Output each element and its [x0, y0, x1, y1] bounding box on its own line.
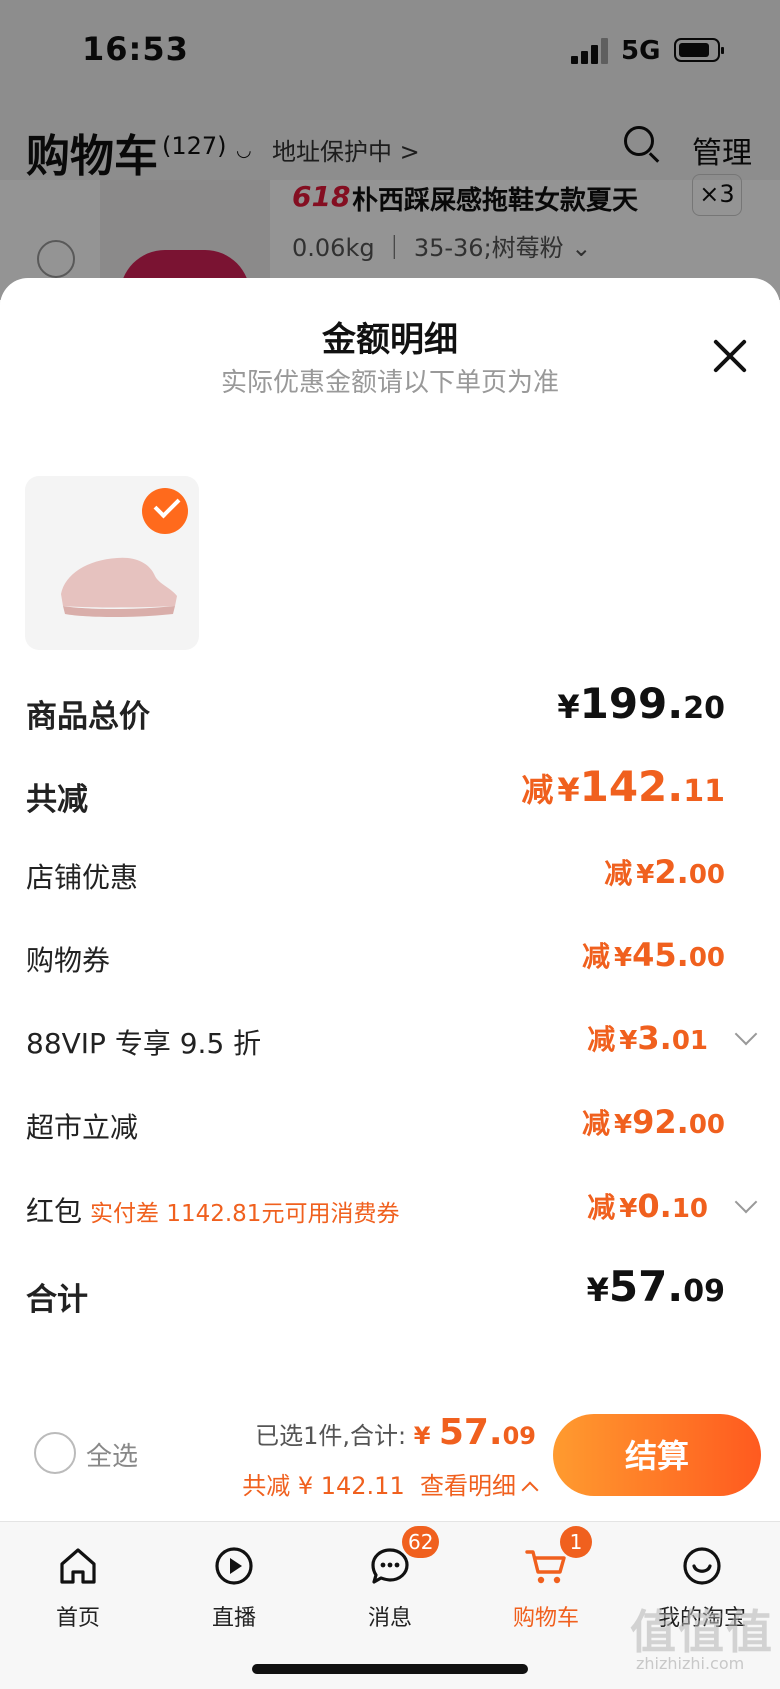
play-icon	[215, 1547, 253, 1585]
sheet-title: 金额明细	[322, 320, 458, 360]
sheet-subtitle: 实际优惠金额请以下单页为准	[220, 368, 559, 398]
cart-icon	[525, 1550, 566, 1584]
cart-badge: 1	[560, 1526, 592, 1558]
select-all-radio[interactable]	[34, 1432, 76, 1474]
row-label: 购物券	[26, 944, 111, 977]
selected-summary: 已选1件,合计: ¥ 57.09	[255, 1412, 536, 1453]
home-icon	[60, 1548, 96, 1584]
checkout-button[interactable]: 结算	[553, 1414, 761, 1496]
row-label: 店铺优惠	[26, 861, 139, 894]
market-discount-amount: 减 ¥92.00	[582, 1103, 725, 1141]
row-label: 共减	[26, 782, 88, 818]
total-discount-amount: 减 ¥142.11	[521, 762, 725, 811]
shop-discount-amount: 减 ¥2.00	[604, 853, 725, 891]
select-all-label[interactable]: 全选	[86, 1436, 138, 1473]
chevron-up-icon	[521, 1481, 539, 1499]
sum-amount: ¥57.09	[586, 1262, 725, 1311]
slipper-image	[61, 557, 177, 617]
chevron-down-icon[interactable]	[734, 1190, 758, 1214]
selected-check-icon	[142, 488, 188, 534]
hongbao-amount: 减 ¥0.10	[587, 1187, 708, 1225]
tab-label: 消息	[367, 1606, 412, 1631]
tab-live[interactable]: 直播	[164, 1534, 304, 1634]
hongbao-note: 实付差 1142.81元可用消费券	[90, 1201, 400, 1227]
chevron-down-icon[interactable]	[734, 1022, 758, 1046]
watermark-logo: 值值值	[630, 1605, 774, 1659]
checkout-total: ¥ 57.09	[413, 1412, 536, 1453]
tab-cart[interactable]: 1 购物车	[476, 1526, 616, 1634]
price-detail-sheet: 金额明细 实际优惠金额请以下单页为准 商品总价 ¥199.20 共减 减 ¥142…	[0, 278, 780, 1408]
home-indicator[interactable]	[252, 1664, 528, 1674]
message-badge: 62	[402, 1526, 440, 1558]
watermark-url: zhizhizhi.com	[636, 1654, 745, 1673]
row-label: 超市立减	[26, 1111, 139, 1144]
row-label: 红包 实付差 1142.81元可用消费券	[26, 1195, 400, 1228]
tab-label: 首页	[55, 1606, 100, 1631]
tab-label: 购物车	[512, 1606, 579, 1631]
coupon-amount: 减 ¥45.00	[582, 936, 725, 974]
row-label: 合计	[26, 1282, 88, 1318]
modal-overlay[interactable]	[0, 0, 780, 300]
tab-home[interactable]: 首页	[8, 1534, 148, 1634]
vip-discount-amount: 减 ¥3.01	[587, 1019, 708, 1057]
smile-face-icon	[683, 1547, 721, 1585]
row-label: 88VIP 专享 9.5 折	[26, 1027, 262, 1060]
tab-messages[interactable]: 62 消息	[320, 1526, 460, 1634]
checkout-bar: 全选 已选1件,合计: ¥ 57.09 共减 ¥ 142.11 查看明细 结算	[0, 1396, 780, 1521]
goods-total-amount: ¥199.20	[557, 679, 725, 728]
row-label: 商品总价	[26, 699, 150, 735]
tab-label: 直播	[211, 1606, 256, 1631]
view-details-link[interactable]: 共减 ¥ 142.11 查看明细	[242, 1466, 539, 1501]
close-icon[interactable]	[710, 336, 750, 376]
